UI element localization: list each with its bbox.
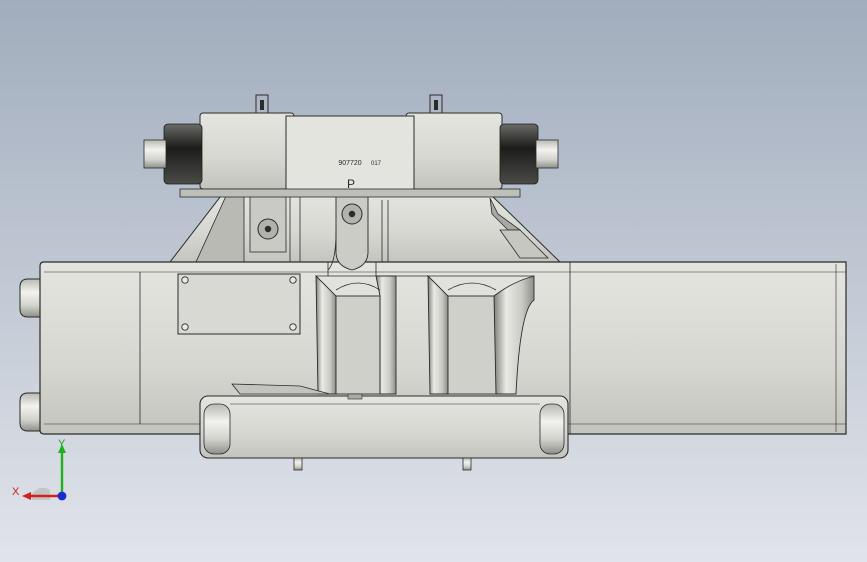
solenoid-valve: 907720 017 P	[143, 94, 559, 198]
bottom-subplate	[199, 383, 569, 471]
y-axis-label: Y	[58, 438, 66, 450]
x-axis-label: X	[12, 486, 20, 498]
engraving-code-suffix: 017	[371, 161, 382, 167]
name-plate	[177, 273, 301, 335]
port-label: P	[347, 177, 355, 191]
graphics-viewport[interactable]: 907720 017 P Y X	[0, 0, 867, 562]
z-axis-dot-icon	[57, 491, 67, 501]
axis-triad: Y X	[12, 438, 67, 501]
engraving-code: 907720	[338, 160, 361, 167]
valve-assembly-model[interactable]: 907720 017 P	[0, 0, 867, 562]
